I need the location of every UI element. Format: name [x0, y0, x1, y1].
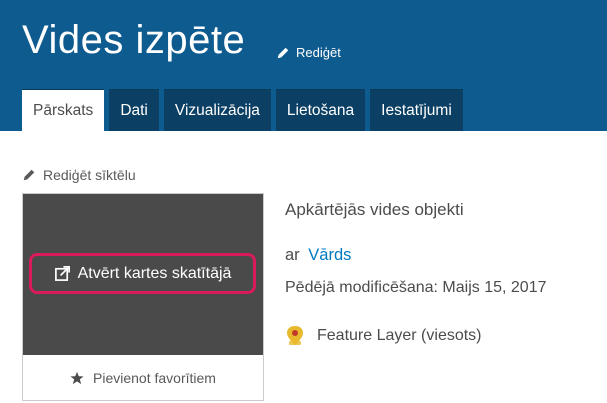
item-header: Vides izpēte Rediģēt Pārskats Dati Vizua…	[0, 0, 607, 131]
edit-thumbnail-link[interactable]: Rediģēt sīktēlu	[22, 167, 136, 183]
tab-data[interactable]: Dati	[109, 89, 159, 131]
thumbnail-card: Atvērt kartes skatītājā Pievienot favorī…	[22, 193, 264, 401]
item-type-label: Feature Layer (viesots)	[317, 327, 482, 344]
edit-title-button[interactable]: Rediģēt	[276, 45, 341, 60]
add-to-favorites-label: Pievienot favorītiem	[93, 370, 216, 386]
external-link-icon	[54, 266, 70, 281]
last-modified: Pēdējā modificēšana: Maijs 15, 2017	[285, 279, 547, 296]
add-to-favorites-button[interactable]: Pievienot favorītiem	[23, 355, 263, 401]
star-icon	[70, 371, 84, 385]
tab-visualization[interactable]: Vizualizācija	[163, 89, 271, 131]
feature-layer-icon	[287, 326, 303, 345]
open-in-map-viewer-button[interactable]: Atvērt kartes skatītājā	[29, 253, 256, 294]
item-type: Feature Layer (viesots)	[285, 325, 482, 347]
tab-settings[interactable]: Iestatījumi	[370, 89, 463, 131]
tab-bar: Pārskats Dati Vizualizācija Lietošana Ie…	[22, 89, 463, 131]
edit-title-label: Rediģēt	[296, 45, 341, 60]
pencil-icon	[277, 47, 289, 58]
tab-usage[interactable]: Lietošana	[275, 89, 366, 131]
item-description: Apkārtējās vides objekti	[285, 200, 464, 219]
edit-thumbnail-label: Rediģēt sīktēlu	[43, 167, 136, 183]
pencil-icon	[23, 169, 35, 181]
thumbnail-image: Atvērt kartes skatītājā	[23, 194, 263, 355]
owner-line: ar Vārds	[285, 246, 351, 265]
owner-prefix: ar	[285, 246, 300, 264]
tab-overview[interactable]: Pārskats	[22, 89, 105, 131]
owner-link[interactable]: Vārds	[308, 246, 351, 264]
open-in-map-viewer-label: Atvērt kartes skatītājā	[77, 264, 232, 282]
page-title: Vides izpēte	[22, 18, 246, 62]
